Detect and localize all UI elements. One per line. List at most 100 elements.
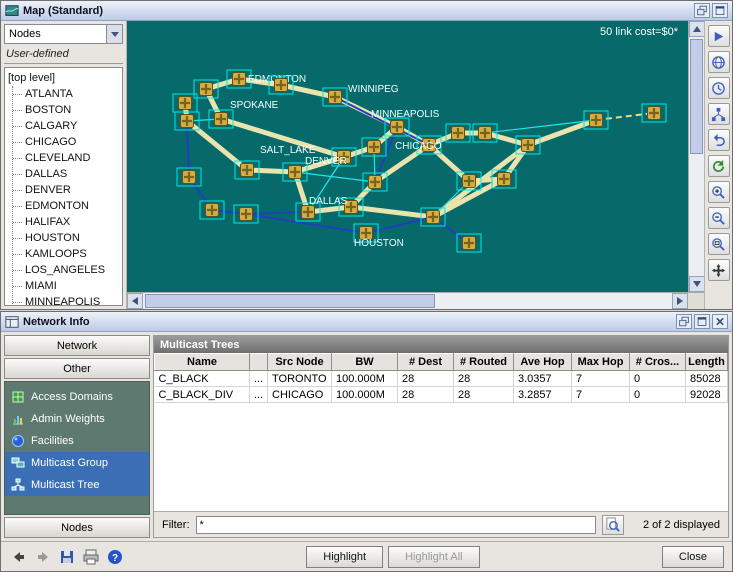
- globe-button[interactable]: [708, 51, 730, 73]
- tree-item-cleveland[interactable]: CLEVELAND: [13, 150, 122, 166]
- redo-button[interactable]: [708, 155, 730, 177]
- hscroll-track[interactable]: [143, 293, 672, 309]
- tree-item-halifax[interactable]: HALIFAX: [13, 214, 122, 230]
- highlight-all-button[interactable]: Highlight All: [388, 546, 479, 568]
- sidebar-item-label: Multicast Tree: [31, 479, 99, 491]
- tree-item-label: CLEVELAND: [25, 150, 90, 166]
- save-button[interactable]: [57, 547, 76, 566]
- map-node[interactable]: [642, 104, 666, 122]
- map-link-trunk: [247, 170, 295, 172]
- section-other-button[interactable]: Other: [4, 358, 150, 379]
- help-button[interactable]: ?: [105, 547, 124, 566]
- hscroll-thumb[interactable]: [145, 294, 435, 308]
- tree-guide: [13, 142, 22, 143]
- tree-item-miami[interactable]: MIAMI: [13, 278, 122, 294]
- table-cell: C_BLACK: [155, 371, 250, 387]
- table-row[interactable]: C_BLACK...TORONTO100.000M28283.035770850…: [155, 371, 728, 387]
- column-header-src-node[interactable]: Src Node: [268, 354, 332, 371]
- tree-item-label: EDMONTON: [25, 198, 89, 214]
- forward-button[interactable]: [33, 547, 52, 566]
- pan-button[interactable]: [708, 259, 730, 281]
- tree-item-los-angeles[interactable]: LOS_ANGELES: [13, 262, 122, 278]
- close-button[interactable]: [712, 314, 728, 329]
- back-button[interactable]: [9, 547, 28, 566]
- table-row[interactable]: C_BLACK_DIV...CHICAGO100.000M28283.28577…: [155, 387, 728, 403]
- sidebar-item-label: Admin Weights: [31, 413, 105, 425]
- tree-item-chicago[interactable]: CHICAGO: [13, 134, 122, 150]
- column-header-name[interactable]: Name: [155, 354, 250, 371]
- vscroll-track[interactable]: [689, 37, 704, 276]
- tree-guide: [13, 302, 22, 303]
- zoom-out-button[interactable]: [708, 207, 730, 229]
- sidebar-item-access-domains[interactable]: Access Domains: [5, 386, 149, 408]
- combo-arrow-icon[interactable]: [106, 25, 122, 43]
- map-node[interactable]: [177, 168, 201, 186]
- zoom-in-button[interactable]: [708, 181, 730, 203]
- maximize-button[interactable]: [694, 314, 710, 329]
- tree-guide: [13, 222, 22, 223]
- admin-weights-icon: [11, 412, 25, 426]
- tree-guide: [13, 174, 22, 175]
- filter-search-button[interactable]: [602, 515, 624, 535]
- column-header-ave-hop[interactable]: Ave Hop: [514, 354, 572, 371]
- vscroll-thumb[interactable]: [690, 39, 703, 154]
- table-cell: 28: [398, 371, 454, 387]
- tree-item-denver[interactable]: DENVER: [13, 182, 122, 198]
- scroll-up-button[interactable]: [689, 21, 705, 37]
- scroll-down-button[interactable]: [689, 276, 705, 292]
- section-nodes-button[interactable]: Nodes: [4, 517, 150, 538]
- tree-item-houston[interactable]: HOUSTON: [13, 230, 122, 246]
- float-button[interactable]: [676, 314, 692, 329]
- nodes-combo[interactable]: Nodes: [4, 24, 123, 44]
- info-window-titlebar[interactable]: Network Info: [1, 312, 732, 332]
- column-header--routed[interactable]: # Routed: [454, 354, 514, 371]
- table-cell: 85028: [686, 371, 728, 387]
- panel-title: Multicast Trees: [154, 336, 728, 353]
- tree-item-calgary[interactable]: CALGARY: [13, 118, 122, 134]
- zoom-fit-button[interactable]: [708, 233, 730, 255]
- arrow-right-button[interactable]: [708, 25, 730, 47]
- column-header--dest[interactable]: # Dest: [398, 354, 454, 371]
- map-canvas[interactable]: EDMONTONSPOKANEWINNIPEGMINNEAPOLISCHICAG…: [127, 21, 688, 292]
- sidebar-item-admin-weights[interactable]: Admin Weights: [5, 408, 149, 430]
- column-header-length[interactable]: Length: [686, 354, 728, 371]
- map-horizontal-scrollbar[interactable]: [127, 292, 688, 309]
- filter-input[interactable]: [196, 516, 596, 534]
- map-vertical-scrollbar[interactable]: [688, 21, 704, 292]
- column-header--cros-[interactable]: # Cros...: [630, 354, 686, 371]
- table-cell: 3.2857: [514, 387, 572, 403]
- tree-item-label: BOSTON: [25, 102, 71, 118]
- facilities-icon: [11, 434, 25, 448]
- tree-item-atlanta[interactable]: ATLANTA: [13, 86, 122, 102]
- tree-item-label: KAMLOOPS: [25, 246, 87, 262]
- network-info-window: Network Info NetworkOther Access Domains…: [0, 311, 733, 572]
- sidebar-item-multicast-tree[interactable]: Multicast Tree: [5, 474, 149, 496]
- map-node[interactable]: [584, 111, 608, 129]
- column-header-max-hop[interactable]: Max Hop: [572, 354, 630, 371]
- undo-button[interactable]: [708, 129, 730, 151]
- table-cell: 7: [572, 387, 630, 403]
- tree-item-boston[interactable]: BOSTON: [13, 102, 122, 118]
- tree-item-edmonton[interactable]: EDMONTON: [13, 198, 122, 214]
- column-header-blank[interactable]: [250, 354, 268, 371]
- column-header-bw[interactable]: BW: [332, 354, 398, 371]
- topology-button[interactable]: [708, 103, 730, 125]
- sidebar-item-facilities[interactable]: Facilities: [5, 430, 149, 452]
- multicast-group-icon: [11, 456, 25, 470]
- sidebar-item-multicast-group[interactable]: Multicast Group: [5, 452, 149, 474]
- maximize-button[interactable]: [712, 3, 728, 18]
- tree-item-kamloops[interactable]: KAMLOOPS: [13, 246, 122, 262]
- highlight-button[interactable]: Highlight: [306, 546, 383, 568]
- section-network-button[interactable]: Network: [4, 335, 150, 356]
- tree-item-dallas[interactable]: DALLAS: [13, 166, 122, 182]
- scroll-right-button[interactable]: [672, 293, 688, 309]
- clock-button[interactable]: [708, 77, 730, 99]
- close-button[interactable]: Close: [662, 546, 724, 568]
- float-button[interactable]: [694, 3, 710, 18]
- scroll-left-button[interactable]: [127, 293, 143, 309]
- tree-root-item[interactable]: [top level]: [8, 70, 122, 86]
- print-button[interactable]: [81, 547, 100, 566]
- map-node[interactable]: [173, 94, 197, 112]
- tree-item-minneapolis[interactable]: MINNEAPOLIS: [13, 294, 122, 306]
- map-window-titlebar[interactable]: Map (Standard): [1, 1, 732, 21]
